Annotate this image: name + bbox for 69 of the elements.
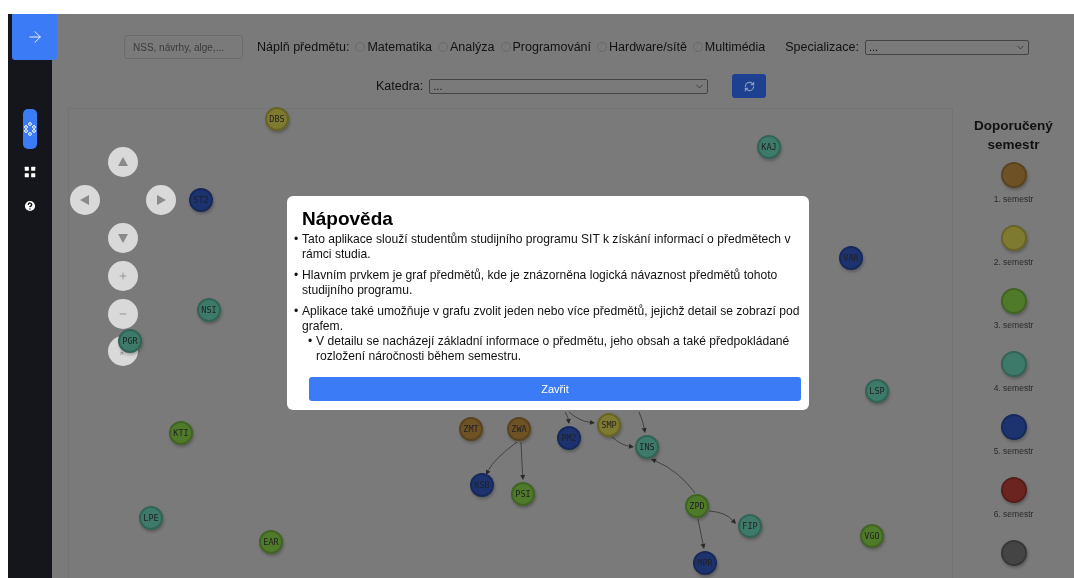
radio-label: Matematika <box>367 40 433 54</box>
search-field[interactable]: NSS, návrhy, alge,... <box>124 35 243 59</box>
help-icon <box>23 199 37 213</box>
graph-node[interactable]: KTI <box>169 421 193 445</box>
pan-right-button[interactable] <box>146 185 176 215</box>
triangle-down-icon <box>117 232 129 244</box>
refresh-button[interactable] <box>732 74 767 98</box>
help-text: Aplikace také umožňuje v grafu zvolit jeden nebo více předmětů, jejichž detail se zobrazí pod grafem. <box>302 304 801 334</box>
legend-label: 1. semestr <box>993 194 1034 204</box>
graph-node[interactable]: KAJ <box>757 135 781 159</box>
refresh-icon <box>743 80 755 92</box>
graph-node[interactable]: ZWA <box>507 417 531 441</box>
edge-arrow <box>520 441 526 480</box>
help-text: Hlavním prvkem je graf předmětů, kde je znázorněna logická návaznost předmětů tohoto studijního programu. <box>302 268 779 298</box>
graph-node[interactable]: SMP <box>597 413 621 437</box>
radio-label: Analýza <box>450 40 495 54</box>
department-label: Katedra: <box>376 79 424 93</box>
radio-label: Multimédia <box>704 40 766 54</box>
triangle-left-icon <box>79 194 91 206</box>
graph-icon <box>24 122 36 136</box>
graph-node[interactable]: PSI <box>511 482 535 506</box>
sidebar-item[interactable] <box>23 109 37 149</box>
edge-arrow <box>611 436 634 449</box>
triangle-right-icon <box>155 194 167 206</box>
graph-node[interactable]: FIP <box>738 514 762 538</box>
help-text: Tato aplikace slouží studentům studijního programu SIT k získání informací o předmětech v rámci studia. <box>302 232 792 262</box>
graph-node[interactable]: PGR <box>118 329 142 353</box>
edge-arrow <box>708 510 736 524</box>
specialization-select[interactable]: ... <box>864 39 1029 55</box>
dialog-title: Nápověda <box>302 208 394 230</box>
edge-arrow <box>486 441 518 475</box>
graph-node[interactable]: ZMT <box>459 417 483 441</box>
bullet-mark: • <box>294 268 300 284</box>
department-select[interactable]: ... <box>429 78 709 94</box>
graph-node[interactable]: ZPD <box>685 494 709 518</box>
sidebar-toggle-button[interactable] <box>12 14 57 60</box>
legend-label: 6. semestr <box>993 509 1034 519</box>
graph-node[interactable]: DBS <box>265 107 289 131</box>
graph-node[interactable]: LSP <box>865 379 889 403</box>
close-button[interactable]: Zavřit <box>309 377 801 401</box>
graph-node[interactable]: VGO <box>860 524 884 548</box>
zoom-out-button[interactable] <box>108 299 138 329</box>
legend-label: 3. semestr <box>993 320 1034 330</box>
legend-title: Doporučený semestr <box>973 117 1054 154</box>
graph-node[interactable]: LPE <box>139 506 163 530</box>
graph-node[interactable]: NSI <box>197 298 221 322</box>
legend-label: 2. semestr <box>993 257 1034 267</box>
zoom-in-button[interactable] <box>108 261 138 291</box>
triangle-up-icon <box>117 156 129 168</box>
help-text: V detailu se nacházejí základní informace o předmětu, jeho obsah a také předpokládané rozložení náročnosti během semestru. <box>316 334 791 364</box>
grid-icon <box>23 165 37 179</box>
plus-icon <box>118 271 128 281</box>
radio-label: Hardware/sítě <box>609 40 687 54</box>
legend-label: 5. semestr <box>993 446 1034 456</box>
pan-up-button[interactable] <box>108 147 138 177</box>
pan-down-button[interactable] <box>108 223 138 253</box>
edge-arrow <box>638 411 647 433</box>
edge-arrow <box>697 518 706 549</box>
bullet-mark: • <box>308 334 314 350</box>
radio-label: Programování <box>512 40 592 54</box>
content-label: Náplň předmětu: <box>257 40 350 54</box>
specialization-label: Specializace: <box>785 40 859 54</box>
bullet-mark: • <box>294 304 300 320</box>
edge-arrow <box>651 458 696 494</box>
pan-left-button[interactable] <box>70 185 100 215</box>
bullet-mark: • <box>294 232 300 248</box>
graph-node[interactable]: INS <box>635 435 659 459</box>
graph-node[interactable]: EAR <box>259 530 283 554</box>
legend-label: 4. semestr <box>993 383 1034 393</box>
